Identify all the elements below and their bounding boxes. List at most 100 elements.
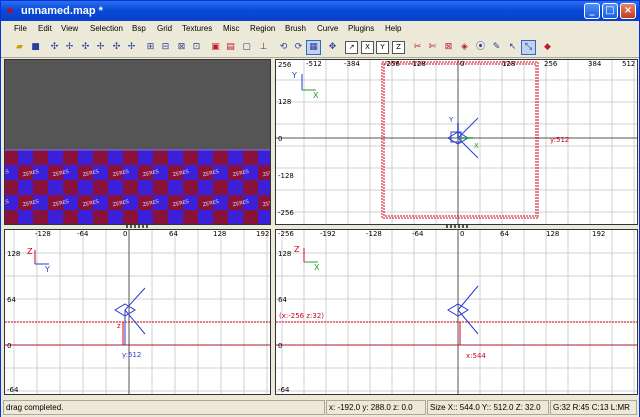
clipper-icon[interactable]: ⊥ <box>257 41 270 54</box>
xz-front-view[interactable]: Z X (x:-256 z:32) x:544 -256 -192 -128 -… <box>275 229 638 395</box>
flip-y-icon[interactable]: ✣ <box>79 41 92 54</box>
rotate-y-axis-button[interactable]: Y <box>376 41 389 54</box>
flip-x-icon[interactable]: ✣ <box>48 41 61 54</box>
status-grid: G:32 R:45 C:13 L:MR <box>550 400 637 415</box>
maximize-button[interactable]: □ <box>602 3 618 19</box>
xz-axis-h-label: X <box>314 263 320 272</box>
csg-merge-icon[interactable]: ▤ <box>224 41 237 54</box>
rotate-y-icon[interactable]: ✢ <box>94 41 107 54</box>
xy-y-tick: -256 <box>278 209 294 217</box>
xy-grid: Y X Y X y:512 -512 -384 -256 -128 0 128 … <box>276 60 637 224</box>
xy-size-label: y:512 <box>550 136 569 144</box>
select-partial-tall-icon[interactable]: ⊠ <box>175 41 188 54</box>
rotate-x-icon[interactable]: ✢ <box>63 41 76 54</box>
xz-size-label: x:544 <box>466 352 486 360</box>
entity-icon[interactable]: ⦿ <box>474 41 487 54</box>
yz-side-view[interactable]: Z Y z y:512 -128 -64 0 64 128 192 128 64… <box>4 229 271 395</box>
xz-y-tick: 128 <box>278 250 291 258</box>
rotate-z-icon[interactable]: ✢ <box>125 41 138 54</box>
select-touching-icon[interactable]: ⊟ <box>159 41 172 54</box>
menu-view[interactable]: View <box>61 23 78 35</box>
menu-bsp[interactable]: Bsp <box>132 23 146 35</box>
texture-lock-icon[interactable]: ↗ <box>345 41 358 54</box>
yz-grid: Z Y z y:512 -128 -64 0 64 128 192 128 64… <box>5 230 270 394</box>
xy-y-tick: 128 <box>278 98 291 106</box>
xz-x-tick: 128 <box>546 230 559 238</box>
yz-x-tick: 192 <box>256 230 269 238</box>
yz-camera-icon[interactable] <box>114 287 146 345</box>
menu-brush[interactable]: Brush <box>285 23 306 35</box>
window-title: unnamed.map * <box>21 5 103 17</box>
xy-axis-h-label: X <box>313 91 319 100</box>
toolbar: ▰ ■ ✣ ✢ ✣ ✢ ✣ ✢ ⊞ ⊟ ⊠ ⊡ ▣ ▤ ▢ ⊥ ⟲ ⟳ ▦ ✥ … <box>1 38 639 58</box>
show-patches-icon[interactable]: ✂ <box>411 41 424 54</box>
xz-camera-icon[interactable] <box>447 285 479 335</box>
select-inside-icon[interactable]: ⊡ <box>190 41 203 54</box>
menu-plugins[interactable]: Plugins <box>348 23 374 35</box>
select-complete-tall-icon[interactable]: ⊞ <box>144 41 157 54</box>
menu-curve[interactable]: Curve <box>317 23 338 35</box>
rotate-z-axis-button[interactable]: Z <box>392 41 405 54</box>
scale-tool-icon[interactable]: ↖ <box>506 41 519 54</box>
yz-axis-h-label: Y <box>44 265 50 274</box>
menu-edit[interactable]: Edit <box>38 23 52 35</box>
xz-x-tick: 64 <box>500 230 509 238</box>
yz-axis-v-label: Z <box>27 247 33 256</box>
radiant-app-icon: ✦ <box>5 4 16 18</box>
yz-y-tick: -64 <box>7 386 19 394</box>
title-bar[interactable]: ✦ unnamed.map * _ □ × <box>1 1 639 21</box>
texture-view-icon[interactable]: ⟳ <box>292 41 305 54</box>
menu-file[interactable]: File <box>14 23 27 35</box>
xy-axis-v-label: Y <box>291 71 297 80</box>
vertical-splitter-grip[interactable] <box>126 225 148 228</box>
menu-misc[interactable]: Misc <box>223 23 239 35</box>
menu-help[interactable]: Help <box>385 23 401 35</box>
menu-region[interactable]: Region <box>250 23 275 35</box>
hollow-icon[interactable]: ▢ <box>240 41 253 54</box>
close-button[interactable]: × <box>620 3 636 19</box>
status-message: drag completed. <box>3 400 325 415</box>
minimize-button[interactable]: _ <box>584 3 600 19</box>
yz-x-tick: -128 <box>35 230 51 238</box>
xz-x-tick: 192 <box>592 230 605 238</box>
drag-vertices-icon[interactable]: ⊠ <box>442 41 455 54</box>
xy-x-tick: -128 <box>410 60 426 68</box>
xz-x-tick: -192 <box>320 230 336 238</box>
rotate-x-axis-button[interactable]: X <box>361 41 374 54</box>
patch-tool-icon[interactable]: ◈ <box>458 41 471 54</box>
xy-y-tick: -128 <box>278 172 294 180</box>
menu-grid[interactable]: Grid <box>157 23 172 35</box>
xz-axis-v-label: Z <box>294 245 300 254</box>
xy-x-tick: 0 <box>460 60 464 68</box>
menu-textures[interactable]: Textures <box>182 23 212 35</box>
flip-z-icon[interactable]: ✣ <box>110 41 123 54</box>
csg-subtract-icon[interactable]: ▣ <box>209 41 222 54</box>
menu-selection[interactable]: Selection <box>90 23 123 35</box>
yz-x-tick: 128 <box>213 230 226 238</box>
xz-grid: Z X (x:-256 z:32) x:544 -256 -192 -128 -… <box>276 230 637 394</box>
change-view-icon[interactable]: ⟲ <box>277 41 290 54</box>
yz-y-tick: 0 <box>7 342 11 350</box>
xy-top-view[interactable]: Y X Y X y:512 -512 -384 -256 -128 0 128 … <box>275 59 638 225</box>
status-size: Size X:: 544.0 Y:: 512.0 Z: 32.0 <box>427 400 549 415</box>
xz-y-tick: 0 <box>278 342 282 350</box>
status-bar: drag completed. x: -192.0 y: 288.0 z: 0.… <box>1 398 639 417</box>
camera-move-icon[interactable]: ✥ <box>326 41 339 54</box>
camera-view[interactable]: ZERES <box>4 59 271 225</box>
yz-y-tick: 64 <box>7 296 16 304</box>
brush-drag-tool-icon[interactable]: ⤡ <box>521 40 536 55</box>
camera-render: ZERES <box>5 60 270 224</box>
open-folder-icon[interactable]: ▰ <box>13 41 26 54</box>
xz-coords-label: (x:-256 z:32) <box>279 312 324 320</box>
xz-x-tick: -128 <box>366 230 382 238</box>
cubic-clip-icon[interactable]: ▦ <box>306 40 321 55</box>
save-disk-icon[interactable]: ■ <box>29 41 42 54</box>
region-icon[interactable]: ◆ <box>541 41 554 54</box>
drag-edges-icon[interactable]: ✄ <box>426 41 439 54</box>
status-position: x: -192.0 y: 288.0 z: 0.0 <box>326 400 426 415</box>
lights-icon[interactable]: ✎ <box>490 41 503 54</box>
xz-y-tick: 64 <box>278 296 287 304</box>
vertical-splitter-grip-right[interactable] <box>446 225 468 228</box>
yz-y-size-label: y:512 <box>122 351 141 359</box>
xy-x-tick: 128 <box>502 60 515 68</box>
